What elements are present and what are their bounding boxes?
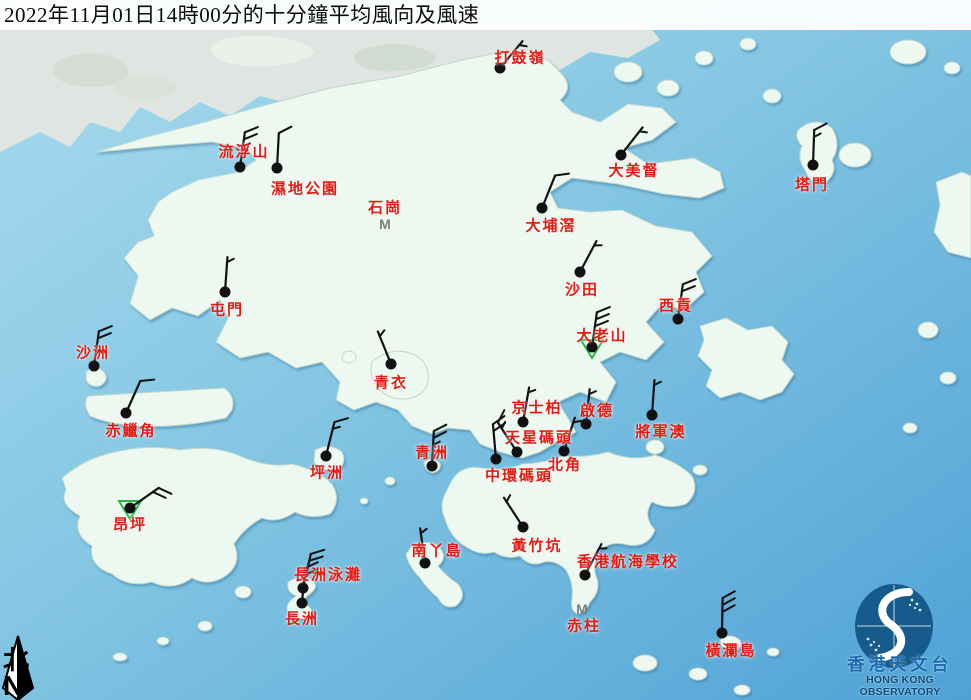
station-dot <box>647 410 658 421</box>
wind-map-page: MM 流浮山濕地公園石崗打鼓嶺大美督塔門大埔滘沙田西貢屯門沙洲大老山赤鱲角青衣京… <box>0 0 971 700</box>
station-dot <box>125 503 136 514</box>
station-dot <box>220 287 231 298</box>
hong-kong-map: MM <box>0 0 971 700</box>
station-dot <box>808 160 819 171</box>
station-dot <box>235 162 246 173</box>
missing-data-marker: M <box>576 601 588 617</box>
hko-logo-spacer <box>832 569 968 655</box>
hko-logo-english: HONG KONG OBSERVATORY <box>832 674 968 698</box>
missing-data-marker: M <box>379 216 391 232</box>
compass-north-letter: N <box>3 674 43 698</box>
station-dot <box>580 570 591 581</box>
compass: 北 N <box>3 648 43 698</box>
station-dot <box>518 417 529 428</box>
station-dot <box>89 361 100 372</box>
hko-logo-captions: 香港天文台 HONG KONG OBSERVATORY <box>832 569 968 698</box>
station-dot <box>559 446 570 457</box>
station-dot <box>587 342 598 353</box>
station-dot <box>495 63 506 74</box>
station-dot <box>537 203 548 214</box>
station-dot <box>581 419 592 430</box>
station-dot <box>717 628 728 639</box>
svg-text:M: M <box>379 216 391 232</box>
station-dot <box>427 461 438 472</box>
hko-logo-chinese: 香港天文台 <box>832 655 968 674</box>
station-dot <box>420 558 431 569</box>
station-dot <box>121 408 132 419</box>
station-dot <box>512 447 523 458</box>
station-dot <box>673 314 684 325</box>
station-dot <box>616 150 627 161</box>
station-dot <box>491 454 502 465</box>
station-dot <box>321 451 332 462</box>
station-dot <box>297 598 308 609</box>
svg-text:M: M <box>576 601 588 617</box>
station-dot <box>518 522 529 533</box>
map-title: 2022年11月01日14時00分的十分鐘平均風向及風速 <box>0 0 971 30</box>
station-dot <box>386 359 397 370</box>
station-dot <box>272 163 283 174</box>
station-dot <box>575 267 586 278</box>
